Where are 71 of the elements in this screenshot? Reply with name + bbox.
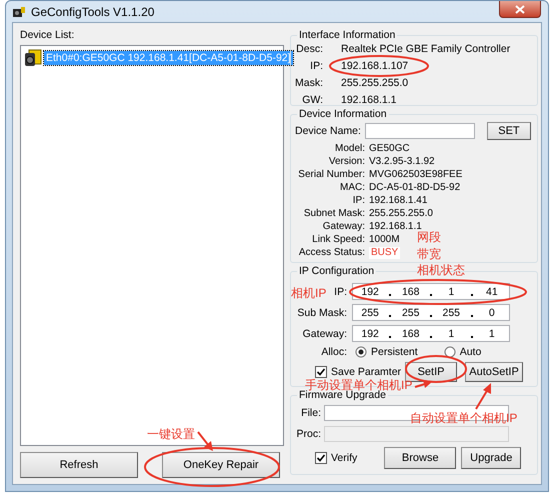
ip-address-field[interactable]: 192 168 1 41 (352, 283, 510, 300)
window-title: GeConfigTools V1.1.20 (31, 4, 154, 18)
ip-address-field[interactable]: 192 168 1 1 (352, 325, 510, 342)
field-label: Gateway: (322, 221, 365, 233)
radio-label: Auto (460, 346, 482, 358)
field-value: 192.168.1.41 (369, 195, 428, 207)
annotation-text: 相机IP (291, 287, 326, 300)
action-button[interactable]: AutoSetIP (465, 362, 524, 382)
octet-field[interactable]: 0 (476, 306, 507, 318)
annotation-text: 带宽 (417, 248, 441, 261)
action-button[interactable]: Browse (384, 447, 456, 469)
octet-field[interactable]: 192 (355, 286, 386, 298)
field-value: 192.168.1.107 (341, 60, 408, 73)
group-title: Device Information (299, 108, 387, 120)
field-label: Access Status: (298, 247, 365, 259)
field-label: MAC: (340, 182, 365, 194)
radio-label: Persistent (371, 346, 418, 358)
field-value: 255.255.255.0 (341, 77, 408, 90)
octet-field[interactable]: 255 (355, 306, 386, 318)
field-label: Sub Mask: (297, 306, 347, 318)
field-label: IP: (334, 286, 347, 298)
field-label: Link Speed: (312, 234, 365, 246)
field-value: GE50GC (369, 143, 410, 155)
octet-field[interactable]: 1 (476, 328, 507, 340)
field-value: 255.255.255.0 (369, 208, 433, 220)
field-label: IP: (352, 195, 365, 207)
octet-field[interactable]: 255 (396, 306, 426, 318)
set-button[interactable]: SET (486, 122, 531, 140)
field-value: 1000M (369, 234, 400, 246)
status-value: BUSY (369, 247, 400, 259)
octet-field[interactable]: 41 (476, 286, 507, 298)
annotation-text: 相机状态 (417, 264, 465, 277)
device-list-label: Device List: (20, 29, 74, 41)
field-label: Proc: (296, 428, 321, 440)
field-label: Version: (328, 156, 365, 168)
octet-field[interactable]: 168 (396, 328, 426, 340)
field-label: Model: (334, 143, 365, 155)
field-label: Mask: (294, 77, 323, 90)
annotation-text: 一键设置 (147, 428, 195, 441)
group-title: IP Configuration (299, 265, 374, 277)
action-button[interactable]: Refresh (20, 452, 138, 478)
annotation-text: 自动设置单个相机IP (410, 412, 518, 425)
field-label: IP: (310, 60, 323, 73)
checkbox-label: Verify (331, 452, 358, 464)
field-label: Desc: (296, 43, 323, 56)
octet-field[interactable]: 168 (396, 286, 426, 298)
field-label: Device Name: (295, 125, 361, 137)
group-title: Firmware Upgrade (299, 389, 386, 401)
action-button[interactable]: Upgrade (461, 447, 522, 469)
octet-field[interactable]: 192 (355, 328, 386, 340)
field-value: Realtek PCIe GBE Family Controller (341, 43, 510, 56)
field-label: GW: (302, 94, 323, 107)
field-label: File: (301, 407, 321, 419)
field-label: Subnet Mask: (304, 208, 365, 220)
field-label: Gateway: (302, 328, 347, 340)
field-value: DC-A5-01-8D-D5-92 (369, 182, 460, 194)
octet-field[interactable]: 255 (436, 306, 466, 318)
action-button[interactable]: OneKey Repair (162, 452, 280, 478)
octet-field[interactable]: 1 (436, 286, 466, 298)
octet-field[interactable]: 1 (436, 328, 466, 340)
field-label: Alloc: (320, 346, 347, 358)
annotation-text: 手动设置单个相机IP (305, 379, 412, 392)
group-title: Interface Information (299, 29, 396, 41)
field-value: V3.2.95-3.1.92 (369, 156, 435, 168)
field-value: MVG062503E98FEE (369, 169, 462, 181)
ip-address-field[interactable]: 255 255 255 0 (352, 304, 510, 321)
field-value: 192.168.1.1 (341, 94, 396, 107)
field-value: 192.168.1.1 (369, 221, 422, 232)
annotation-text: 网段 (417, 231, 441, 244)
checkbox-label: Save Paramter (331, 366, 402, 378)
field-label: Serial Number: (298, 169, 365, 181)
